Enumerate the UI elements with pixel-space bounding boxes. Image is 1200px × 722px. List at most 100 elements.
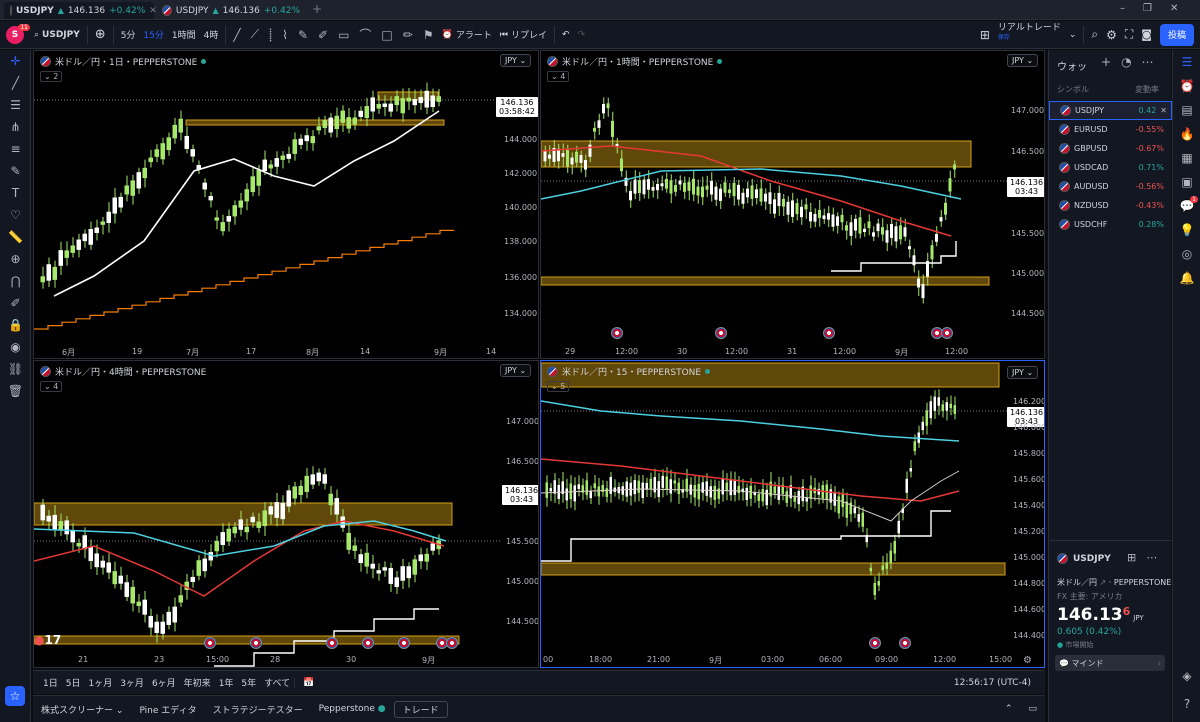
magnet-icon[interactable]: ⋂: [0, 270, 31, 292]
us-event-icon[interactable]: [611, 327, 623, 339]
chart-pane-daily[interactable]: 米ドル／円・1日・PEPPERSTONE ⌄ 2 JPY ⌄ 146.136 03…: [33, 50, 539, 359]
chat-icon[interactable]: 💬 1: [1173, 194, 1200, 218]
watchlist-row[interactable]: AUDUSD -0.56%: [1049, 177, 1172, 196]
fullscreen-icon[interactable]: ⛶: [1121, 24, 1137, 46]
layout-selector[interactable]: リアルトレード 保存: [994, 23, 1065, 46]
tab-stock-screener[interactable]: 株式スクリーナー ⌄: [33, 703, 131, 716]
more-icon[interactable]: ⋯: [1142, 55, 1154, 69]
us-event-icon[interactable]: [362, 637, 374, 649]
lock-icon[interactable]: 🔒: [0, 314, 31, 336]
ruler-icon[interactable]: 📏: [0, 226, 31, 248]
us-event-icon[interactable]: [398, 637, 410, 649]
crosshair-icon[interactable]: ✛: [0, 50, 31, 72]
symbol-search[interactable]: ⌕ USDJPY: [30, 24, 84, 46]
pitchfork-icon[interactable]: ⋔: [0, 116, 31, 138]
us-event-icon[interactable]: [250, 637, 262, 649]
tab-trade[interactable]: トレード: [393, 700, 448, 718]
minds-button[interactable]: 💬 マインド ›: [1055, 655, 1165, 671]
redo-icon[interactable]: ↷: [574, 24, 590, 46]
column-symbol[interactable]: シンボル: [1057, 84, 1089, 95]
text-tool-icon[interactable]: T: [0, 182, 31, 204]
chart-pane-4h[interactable]: 米ドル／円・4時間・PEPPERSTONE ⌄ 4 JPY ⌄ 146.136 0…: [33, 360, 539, 668]
watchlist-row[interactable]: GBPUSD -0.67%: [1049, 139, 1172, 158]
replay-button[interactable]: ⏮ リプレイ: [496, 24, 551, 46]
date-range-icon[interactable]: 📅: [294, 677, 318, 688]
rectangle-tool-icon[interactable]: □: [381, 28, 392, 42]
horizontal-lines-icon[interactable]: ☰: [0, 94, 31, 116]
layout-icon[interactable]: ⊞: [1127, 551, 1136, 564]
maximize-icon[interactable]: ❐: [1143, 3, 1152, 14]
range-5d[interactable]: 5日: [62, 676, 85, 689]
avatar[interactable]: S 11: [0, 23, 30, 46]
indicator-toggle[interactable]: ⌄ 4: [547, 71, 570, 82]
chart-tab-2[interactable]: USDJPY ▲ 146.136 +0.42%: [156, 2, 306, 19]
settings-gear-icon[interactable]: ⚙: [1102, 24, 1121, 46]
us-event-icon[interactable]: [715, 327, 727, 339]
chart-canvas[interactable]: [541, 361, 1045, 668]
link-icon[interactable]: ⛓: [0, 358, 31, 380]
us-event-icon[interactable]: [446, 637, 458, 649]
currency-selector[interactable]: JPY ⌄: [1007, 366, 1039, 379]
us-event-icon[interactable]: [823, 327, 835, 339]
chevron-down-icon[interactable]: ⌄: [1065, 24, 1081, 46]
trash-icon[interactable]: 🗑: [0, 380, 31, 402]
indicator-search-icon[interactable]: ⌕: [1087, 24, 1102, 46]
alarm-clock-icon[interactable]: ⏰: [1173, 74, 1200, 98]
chart-canvas[interactable]: [34, 51, 539, 359]
chart-tab-1[interactable]: USDJPY ▲ 146.136 +0.42% ✕: [4, 2, 157, 19]
watchlist-icon[interactable]: ☰: [1173, 50, 1200, 74]
interval-15m[interactable]: 15分: [139, 24, 167, 46]
range-ytd[interactable]: 年初来: [180, 676, 215, 689]
eye-icon[interactable]: ◉: [0, 336, 31, 358]
favorites-star-icon[interactable]: ☆: [5, 686, 25, 706]
notifications-bell-icon[interactable]: 🔔: [1173, 266, 1200, 290]
tab-pine-editor[interactable]: Pine エディタ: [131, 703, 204, 716]
vertical-line-icon[interactable]: ⸽: [269, 26, 272, 43]
interval-5m[interactable]: 5分: [117, 24, 140, 46]
window-close-icon[interactable]: ✕: [1170, 3, 1178, 14]
alert-button[interactable]: ⏰ アラート: [438, 24, 496, 46]
watchlist-title[interactable]: ウォッ: [1057, 58, 1087, 73]
chart-settings-icon[interactable]: ⚙: [1023, 655, 1032, 666]
range-1y[interactable]: 1年: [215, 676, 238, 689]
currency-selector[interactable]: JPY ⌄: [500, 364, 532, 377]
add-symbol-icon[interactable]: ⊕: [91, 24, 110, 46]
tab-strategy-tester[interactable]: ストラテジーテスター: [205, 703, 311, 716]
streams-icon[interactable]: ◎: [1173, 242, 1200, 266]
zoom-in-icon[interactable]: ⊕: [0, 248, 31, 270]
stay-in-drawing-icon[interactable]: ✐: [0, 292, 31, 314]
range-3m[interactable]: 3ヶ月: [116, 676, 148, 689]
flag-tool-icon[interactable]: ⚑: [423, 28, 434, 42]
pencil-tool-icon[interactable]: ✏: [403, 28, 413, 42]
currency-selector[interactable]: JPY ⌄: [1007, 54, 1039, 67]
chart-canvas[interactable]: [541, 51, 1045, 359]
range-1d[interactable]: 1日: [33, 676, 62, 689]
indicator-toggle[interactable]: ⌄ 4: [40, 381, 63, 392]
watchlist-row[interactable]: EURUSD -0.55%: [1049, 120, 1172, 139]
brush-tool-icon[interactable]: ✎: [298, 28, 308, 42]
range-1m[interactable]: 1ヶ月: [84, 676, 116, 689]
tab-broker[interactable]: Pepperstone ●: [311, 704, 394, 714]
trendline-icon[interactable]: ╱: [0, 72, 31, 94]
highlighter-icon[interactable]: ✐: [318, 28, 328, 42]
more-icon[interactable]: ⋯: [1146, 551, 1157, 564]
range-6m[interactable]: 6ヶ月: [148, 676, 180, 689]
details-symbol[interactable]: USDJPY: [1073, 554, 1111, 564]
currency-selector[interactable]: JPY ⌄: [500, 54, 532, 67]
us-event-icon[interactable]: [204, 637, 216, 649]
watchlist-row[interactable]: USDCAD 0.71%: [1049, 158, 1172, 177]
range-all[interactable]: すべて: [260, 676, 294, 689]
arc-tool-icon[interactable]: ⌒: [359, 26, 371, 43]
layers-icon[interactable]: ◈: [1173, 664, 1200, 688]
help-icon[interactable]: ?: [1173, 692, 1200, 716]
undo-icon[interactable]: ↶: [558, 24, 574, 46]
brush-icon[interactable]: ✎: [0, 160, 31, 182]
us-event-icon[interactable]: [899, 637, 911, 649]
indicator-toggle[interactable]: ⌄ 5: [547, 381, 570, 392]
range-5y[interactable]: 5年: [237, 676, 260, 689]
news-icon[interactable]: ▤: [1173, 98, 1200, 122]
hotlist-icon[interactable]: 🔥: [1173, 122, 1200, 146]
calendar-icon[interactable]: ▦: [1173, 146, 1200, 170]
collapse-panel-icon[interactable]: ⌃: [997, 704, 1021, 714]
new-tab-icon[interactable]: +: [312, 2, 322, 16]
